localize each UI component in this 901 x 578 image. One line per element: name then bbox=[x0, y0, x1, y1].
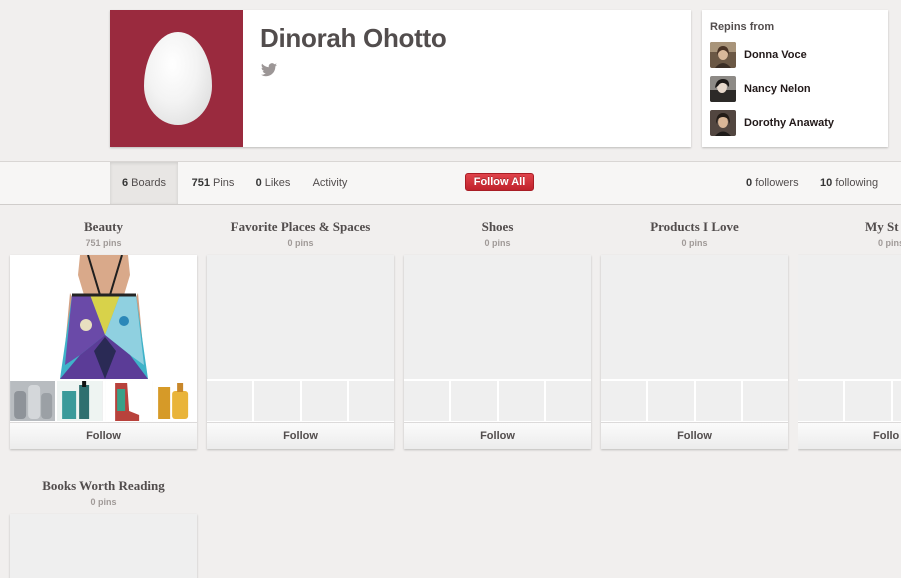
repin-user-donna-voce[interactable]: Donna Voce bbox=[710, 42, 882, 68]
profile-name: Dinorah Ohotto bbox=[260, 23, 447, 53]
board-cover-placeholder bbox=[601, 255, 788, 379]
board-thumbnail bbox=[451, 381, 497, 421]
likes-count: 0 bbox=[255, 177, 262, 189]
board-thumbnail bbox=[601, 381, 647, 421]
board-thumbnail bbox=[742, 381, 788, 421]
board-pin-count: 0 pins bbox=[484, 238, 511, 248]
board-thumbnail bbox=[348, 381, 394, 421]
following-link[interactable]: 10 following bbox=[820, 162, 878, 204]
board-pin-count: 0 pins bbox=[287, 238, 314, 248]
profile-card: Dinorah Ohotto bbox=[110, 10, 691, 147]
pins-count: 751 bbox=[191, 177, 210, 189]
board-shoes: Shoes 0 pins Follow bbox=[404, 219, 591, 449]
board-cover-placeholder bbox=[10, 514, 197, 578]
board-my-st: My St 0 pins Follo bbox=[798, 219, 901, 449]
board-cover-placeholder bbox=[798, 255, 901, 379]
board-follow-button[interactable]: Follow bbox=[601, 422, 788, 449]
board-cover-placeholder bbox=[404, 255, 591, 379]
board-favorite-places-spaces: Favorite Places & Spaces 0 pins Follow bbox=[207, 219, 394, 449]
repin-user-name: Donna Voce bbox=[744, 49, 807, 61]
board-title[interactable]: Beauty bbox=[10, 219, 197, 235]
likes-label: Likes bbox=[264, 177, 291, 189]
following-count: 10 bbox=[820, 177, 833, 189]
board-cover-image bbox=[10, 255, 197, 379]
boards-count: 6 bbox=[121, 177, 129, 189]
board-thumbnail bbox=[404, 381, 450, 421]
board-title[interactable]: Favorite Places & Spaces bbox=[207, 219, 394, 235]
repin-user-name: Dorothy Anawaty bbox=[744, 117, 835, 129]
board-products-i-love: Products I Love 0 pins Follow bbox=[601, 219, 788, 449]
repins-card: Repins from Donna Voce Nancy Nelon Dorot… bbox=[702, 10, 888, 147]
repins-title: Repins from bbox=[710, 21, 775, 33]
board-cover-frame[interactable]: Follow bbox=[601, 255, 788, 449]
board-books-worth-reading: Books Worth Reading 0 pins bbox=[10, 478, 197, 578]
board-thumbnail bbox=[151, 381, 197, 421]
board-thumbnail bbox=[798, 381, 844, 421]
board-thumbnail bbox=[207, 381, 253, 421]
user-avatar bbox=[710, 76, 736, 102]
board-title[interactable]: My St bbox=[798, 219, 901, 235]
board-thumbnail bbox=[57, 381, 103, 421]
follow-all-button[interactable]: Follow All bbox=[465, 173, 534, 191]
board-cover-frame[interactable]: Follow bbox=[10, 255, 197, 449]
board-thumbnails bbox=[207, 381, 394, 421]
user-avatar bbox=[710, 42, 736, 68]
board-cover-frame[interactable] bbox=[10, 514, 197, 578]
board-thumbnail bbox=[254, 381, 300, 421]
board-cover-frame[interactable]: Follow bbox=[404, 255, 591, 449]
board-thumbnails bbox=[10, 381, 197, 421]
twitter-icon[interactable] bbox=[261, 63, 277, 77]
board-clip: My St 0 pins Follo bbox=[798, 219, 901, 459]
board-cover-frame[interactable]: Follo bbox=[798, 255, 901, 449]
tab-likes[interactable]: 0 Likes bbox=[248, 162, 298, 204]
user-avatar bbox=[710, 110, 736, 136]
board-thumbnail bbox=[498, 381, 544, 421]
board-thumbnail bbox=[695, 381, 741, 421]
followers-link[interactable]: 0 followers bbox=[746, 162, 799, 204]
boards-label: Boards bbox=[131, 177, 167, 189]
tab-activity[interactable]: Activity bbox=[306, 162, 354, 204]
repin-user-nancy-nelon[interactable]: Nancy Nelon bbox=[710, 76, 882, 102]
board-thumbnails bbox=[601, 381, 788, 421]
board-title[interactable]: Books Worth Reading bbox=[10, 478, 197, 494]
board-pin-count: 0 pins bbox=[878, 238, 901, 248]
repin-user-dorothy-anawaty[interactable]: Dorothy Anawaty bbox=[710, 110, 882, 136]
board-thumbnails bbox=[798, 381, 901, 421]
followers-count: 0 bbox=[746, 177, 753, 189]
board-follow-button[interactable]: Follow bbox=[10, 422, 197, 449]
board-follow-button[interactable]: Follow bbox=[207, 422, 394, 449]
board-pin-count: 0 pins bbox=[681, 238, 708, 248]
board-thumbnail bbox=[104, 381, 150, 421]
board-pin-count: 0 pins bbox=[90, 497, 117, 507]
board-follow-button[interactable]: Follow bbox=[404, 422, 591, 449]
pins-label: Pins bbox=[213, 177, 235, 189]
board-pin-count: 751 pins bbox=[85, 238, 122, 248]
board-beauty: Beauty 751 pins Follow bbox=[10, 219, 197, 449]
following-label: following bbox=[835, 177, 879, 189]
avatar[interactable] bbox=[110, 10, 243, 147]
board-thumbnail bbox=[545, 381, 591, 421]
board-thumbnail bbox=[648, 381, 694, 421]
board-thumbnail bbox=[845, 381, 891, 421]
board-thumbnail bbox=[10, 381, 56, 421]
board-title[interactable]: Shoes bbox=[404, 219, 591, 235]
tab-boards[interactable]: 6 Boards bbox=[110, 162, 178, 204]
board-thumbnails bbox=[404, 381, 591, 421]
board-cover-frame[interactable]: Follow bbox=[207, 255, 394, 449]
board-thumbnail bbox=[301, 381, 347, 421]
board-follow-button[interactable]: Follo bbox=[798, 422, 901, 449]
profile-nav-bar: 6 Boards 751 Pins 0 Likes Activity Follo… bbox=[0, 161, 901, 205]
board-title[interactable]: Products I Love bbox=[601, 219, 788, 235]
tab-pins[interactable]: 751 Pins bbox=[182, 162, 244, 204]
default-egg-avatar-icon bbox=[144, 32, 212, 125]
board-thumbnail bbox=[892, 381, 901, 421]
repin-user-name: Nancy Nelon bbox=[744, 83, 811, 95]
followers-label: followers bbox=[755, 177, 799, 189]
board-cover-placeholder bbox=[207, 255, 394, 379]
